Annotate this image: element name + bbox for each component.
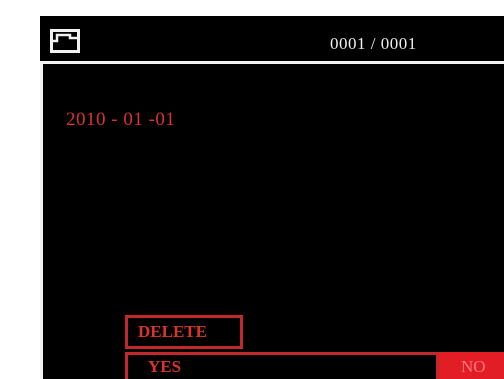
record-date: 2010 - 01 -01: [66, 109, 176, 130]
frame-border: [40, 64, 43, 379]
yes-button[interactable]: YES: [125, 352, 439, 379]
delete-dialog-title: DELETE: [125, 315, 243, 349]
title-bar: 0001 / 0001: [40, 16, 504, 64]
folder-icon: [50, 29, 80, 53]
no-button[interactable]: NO: [439, 352, 504, 379]
file-counter: 0001 / 0001: [330, 34, 417, 53]
device-screen: 0001 / 0001 2010 - 01 -01 DELETE YES NO: [40, 16, 504, 379]
